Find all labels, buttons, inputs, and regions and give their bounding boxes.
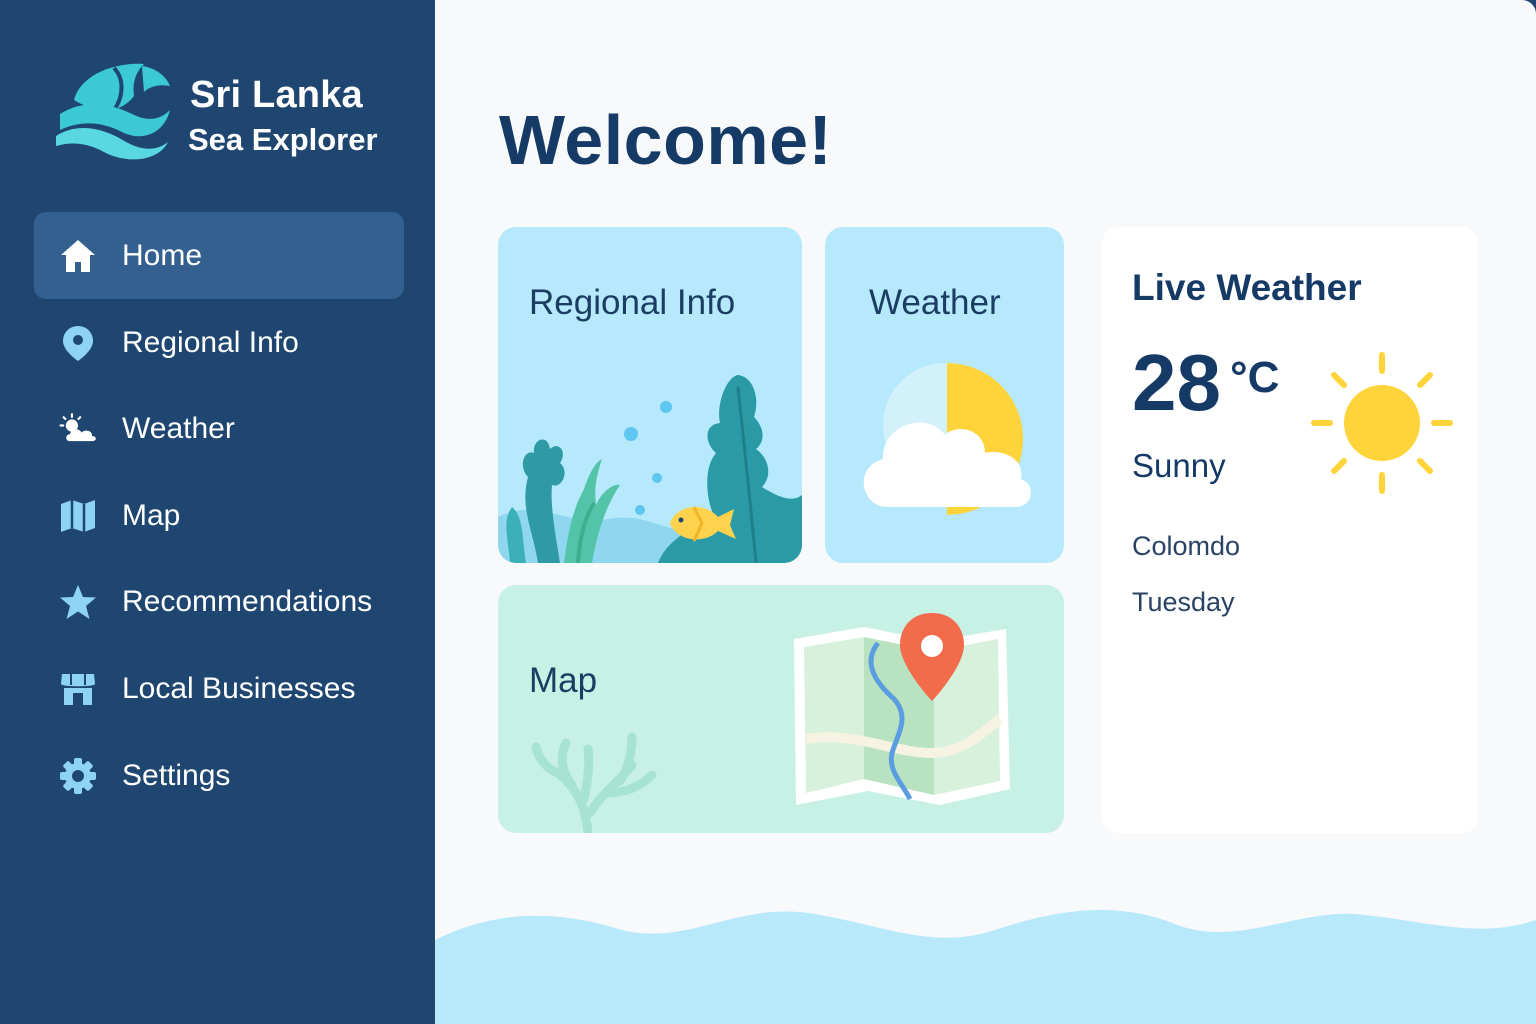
sidebar-item-local-businesses[interactable]: Local Businesses — [34, 645, 404, 732]
sidebar-item-label: Recommendations — [122, 585, 373, 619]
weather-card[interactable]: Weather — [825, 227, 1064, 563]
live-weather-title: Live Weather — [1132, 267, 1362, 308]
sidebar-nav: Home Regional Info Weather Map Recommend… — [34, 212, 404, 818]
sidebar-item-label: Map — [122, 498, 181, 532]
map-icon — [58, 497, 98, 535]
temperature-unit: °C — [1230, 353, 1280, 402]
sidebar-item-settings[interactable]: Settings — [34, 732, 404, 819]
home-icon — [58, 237, 98, 275]
sidebar-item-label: Settings — [122, 758, 231, 792]
gear-icon — [58, 757, 98, 795]
sidebar: Sri Lanka Sea Explorer Home Regional Inf… — [0, 0, 435, 1024]
sidebar-item-regional-info[interactable]: Regional Info — [34, 299, 404, 386]
underwater-illustration — [498, 375, 802, 563]
app-title: Sri Lanka — [190, 74, 363, 116]
card-title: Map — [529, 661, 598, 700]
sidebar-item-label: Home — [122, 239, 203, 272]
main-content: Welcome! Regional Info Weather Map Live … — [435, 0, 1536, 1024]
sidebar-item-label: Local Businesses — [122, 671, 356, 705]
brand: Sri Lanka Sea Explorer — [52, 58, 412, 168]
sea-wave-decoration — [435, 909, 1536, 1024]
regional-info-card[interactable]: Regional Info — [498, 227, 802, 563]
sun-icon — [1311, 352, 1453, 494]
storefront-icon — [58, 670, 98, 708]
sidebar-item-weather[interactable]: Weather — [34, 385, 404, 472]
sidebar-item-home[interactable]: Home — [34, 212, 404, 299]
live-weather-panel: Live Weather 28 °C Sunny Colomdo Tuesday — [1102, 227, 1478, 833]
sun-cloud-illustration — [863, 363, 1031, 515]
weather-day: Tuesday — [1132, 587, 1235, 617]
weather-condition: Sunny — [1132, 447, 1226, 484]
map-pin-icon — [58, 324, 98, 362]
sidebar-item-label: Weather — [122, 412, 235, 446]
sea-turtle-logo-icon — [56, 63, 170, 160]
sun-cloud-icon — [58, 410, 98, 448]
map-card[interactable]: Map — [498, 585, 1064, 833]
coral-illustration — [531, 732, 657, 833]
sidebar-item-map[interactable]: Map — [34, 472, 404, 559]
temperature-value: 28 — [1132, 338, 1221, 427]
star-icon — [58, 583, 98, 621]
sidebar-item-label: Regional Info — [122, 325, 299, 359]
weather-location: Colomdo — [1132, 531, 1241, 561]
page-title: Welcome! — [499, 101, 833, 179]
app-subtitle: Sea Explorer — [188, 122, 378, 157]
folded-map-icon — [794, 613, 1010, 805]
sidebar-item-recommendations[interactable]: Recommendations — [34, 558, 404, 645]
